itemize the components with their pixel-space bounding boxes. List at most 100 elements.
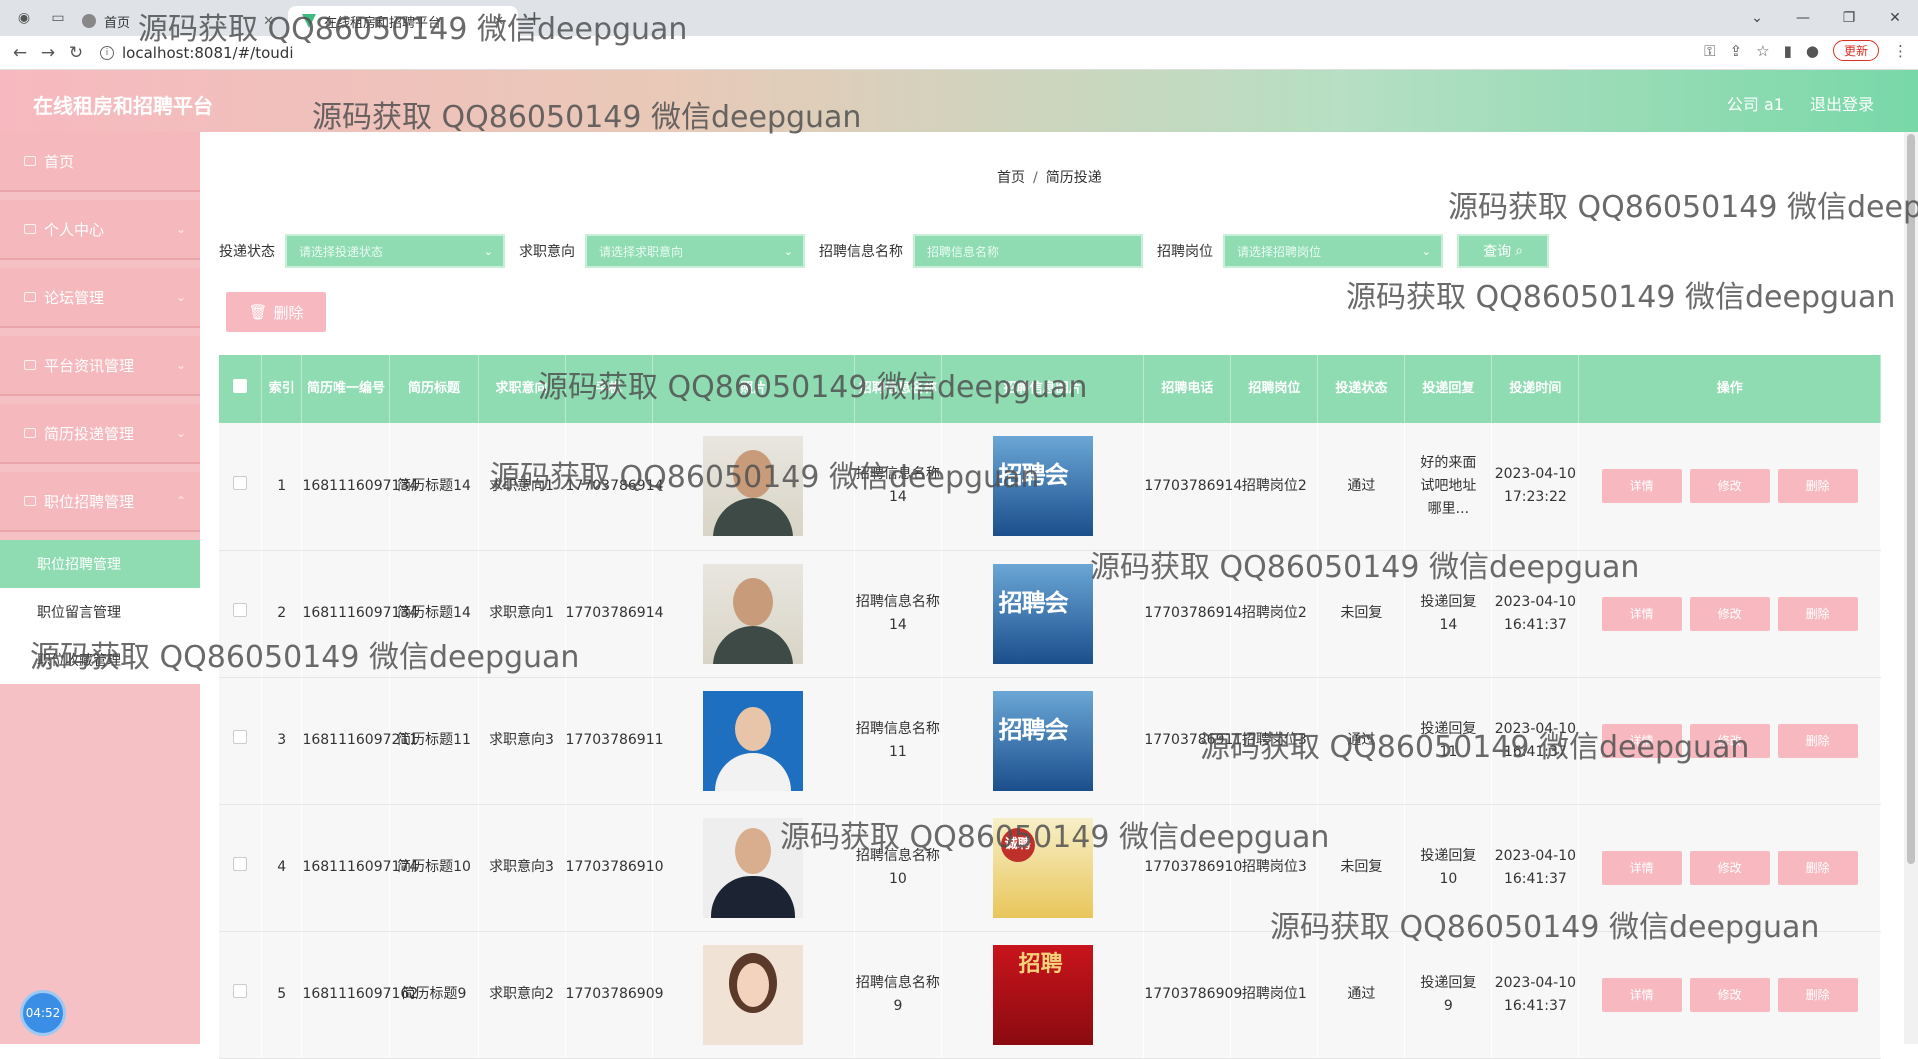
intent-filter-label: 求职意向: [519, 244, 575, 260]
select-cell: [219, 550, 262, 678]
row-checkbox[interactable]: [232, 857, 247, 871]
position-filter-label: 招聘岗位: [1157, 244, 1213, 260]
detail-button[interactable]: 详情: [1601, 977, 1682, 1012]
row-checkbox[interactable]: [232, 984, 247, 998]
time-cell: 2023-04-10 16:41:37: [1491, 550, 1580, 678]
subitem-job-manage[interactable]: 职位招聘管理: [0, 540, 200, 588]
query-button[interactable]: 查询 ⌕: [1457, 234, 1549, 268]
tab-close-icon[interactable]: ✕: [493, 14, 504, 29]
close-window-icon[interactable]: ✕: [1872, 10, 1918, 26]
delete-button[interactable]: 删除: [1777, 977, 1858, 1012]
delete-button[interactable]: 删除: [1777, 850, 1858, 885]
edit-button[interactable]: 修改: [1689, 723, 1770, 758]
column-header: 简历唯一编号: [301, 355, 391, 423]
detail-button[interactable]: 详情: [1601, 596, 1682, 631]
job-name-cell: 招聘信息名称10: [854, 804, 942, 932]
detail-button[interactable]: 详情: [1601, 850, 1682, 885]
row-checkbox[interactable]: [232, 730, 247, 744]
status-cell: 未回复: [1317, 550, 1406, 678]
new-tab-icon[interactable]: +: [526, 6, 543, 30]
page-scrollbar[interactable]: [1904, 132, 1918, 1044]
reply-text: 投递回复11: [1420, 720, 1477, 760]
job-name-input[interactable]: 招聘信息名称: [913, 234, 1143, 268]
key-icon[interactable]: ⚿: [1704, 42, 1715, 60]
position-placeholder: 请选择招聘岗位: [1237, 244, 1322, 259]
browser-tab-2[interactable]: 在线租房和招聘平台 ✕: [288, 6, 518, 36]
batch-delete-button[interactable]: 🗑 删除: [226, 292, 326, 332]
restore-icon[interactable]: ❐: [1826, 10, 1872, 26]
profile-icon[interactable]: ●: [1806, 42, 1819, 60]
app-title: 在线租房和招聘平台: [33, 94, 213, 118]
select-all-cell: [219, 355, 262, 423]
job-poster-image: 招聘会: [992, 563, 1093, 664]
tab-search-icon[interactable]: ◉: [14, 8, 34, 28]
browser-tab-1[interactable]: 首页 ✕: [68, 6, 288, 36]
job-phone-cell: 17703786909: [1143, 931, 1242, 1059]
select-all-checkbox[interactable]: [232, 378, 247, 393]
edit-button[interactable]: 修改: [1689, 596, 1770, 631]
scrollbar-thumb[interactable]: [1907, 134, 1915, 864]
trash-icon: 🗑: [248, 303, 268, 321]
reload-icon[interactable]: ↻: [62, 43, 90, 63]
bookmark-star-icon[interactable]: ☆: [1756, 42, 1769, 60]
index-cell: 2: [261, 550, 303, 678]
sidebar-item-news[interactable]: 平台资讯管理 ⌄: [0, 336, 200, 394]
intent-cell: 求职意向1: [478, 550, 566, 678]
intent-select[interactable]: 请选择求职意向 ⌄: [585, 234, 805, 268]
timer-badge[interactable]: 04:52: [20, 990, 66, 1036]
delete-button[interactable]: 删除: [1777, 596, 1858, 631]
address-bar: ← → ↻ i localhost:8081/#/toudi ⚿ ⇪ ☆ ▮ ●…: [0, 36, 1918, 70]
job-image-cell: 招聘会: [941, 677, 1145, 805]
subitem-job-comments[interactable]: 职位留言管理: [0, 588, 200, 636]
batch-delete-label: 删除: [273, 303, 304, 322]
position-select[interactable]: 请选择招聘岗位 ⌄: [1223, 234, 1443, 268]
index-cell: 3: [261, 677, 303, 805]
select-cell: [219, 931, 262, 1059]
user-icon: [24, 224, 36, 234]
status-select[interactable]: 请选择投递状态 ⌄: [285, 234, 505, 268]
position-cell: 招聘岗位2: [1230, 550, 1319, 678]
delete-button[interactable]: 删除: [1777, 469, 1858, 504]
forward-icon[interactable]: →: [34, 43, 62, 63]
sidebar-item-profile[interactable]: 个人中心 ⌄: [0, 200, 200, 258]
row-checkbox[interactable]: [232, 475, 247, 490]
chevron-down-icon: ⌄: [175, 358, 186, 372]
more-menu-icon[interactable]: ⋮: [1893, 42, 1908, 60]
breadcrumb-home[interactable]: 首页: [997, 170, 1025, 186]
sidebar-item-jobs[interactable]: 职位招聘管理 ⌃: [0, 472, 200, 530]
share-icon[interactable]: ⇪: [1730, 42, 1743, 60]
logout-link[interactable]: 退出登录: [1810, 91, 1874, 115]
chevron-down-icon: ⌄: [1421, 244, 1431, 258]
detail-button[interactable]: 详情: [1601, 723, 1682, 758]
photo-cell: [652, 931, 855, 1059]
update-button[interactable]: 更新: [1832, 40, 1879, 61]
sidepanel-icon[interactable]: ▮: [1784, 42, 1792, 60]
delete-button[interactable]: 删除: [1777, 723, 1858, 758]
tab-list-icon[interactable]: ⌄: [1734, 10, 1780, 26]
job-name-placeholder: 招聘信息名称: [927, 244, 1000, 259]
sidebar-item-resume[interactable]: 简历投递管理 ⌄: [0, 404, 200, 462]
news-icon: [24, 360, 36, 370]
sidebar-item-home[interactable]: 首页: [0, 132, 200, 190]
reply-text: 投递回复14: [1420, 593, 1477, 633]
chevron-down-icon: ⌄: [175, 290, 186, 304]
detail-button[interactable]: 详情: [1601, 469, 1682, 504]
row-checkbox[interactable]: [232, 603, 247, 617]
edit-button[interactable]: 修改: [1689, 850, 1770, 885]
table-row: 3 1681116097211 简历标题11 求职意向3 17703786911…: [219, 677, 1881, 805]
photo-cell: [652, 550, 855, 678]
back-icon[interactable]: ←: [6, 43, 34, 63]
edit-button[interactable]: 修改: [1689, 977, 1770, 1012]
edit-button[interactable]: 修改: [1689, 469, 1770, 504]
minimize-icon[interactable]: —: [1780, 10, 1826, 26]
tab-group-icon[interactable]: ▭: [48, 8, 68, 28]
photo-cell: [652, 804, 855, 932]
url-field[interactable]: i localhost:8081/#/toudi: [100, 44, 294, 62]
tab-close-icon[interactable]: ✕: [263, 14, 274, 29]
resume-no-cell: 1681116097134: [301, 550, 418, 678]
sidebar-item-forum[interactable]: 论坛管理 ⌄: [0, 268, 200, 326]
site-info-icon[interactable]: i: [100, 45, 114, 60]
sidebar-item-label: 论坛管理: [44, 288, 105, 307]
index-cell: 5: [261, 931, 303, 1059]
subitem-job-favorites[interactable]: 职位收藏管理: [0, 636, 200, 684]
